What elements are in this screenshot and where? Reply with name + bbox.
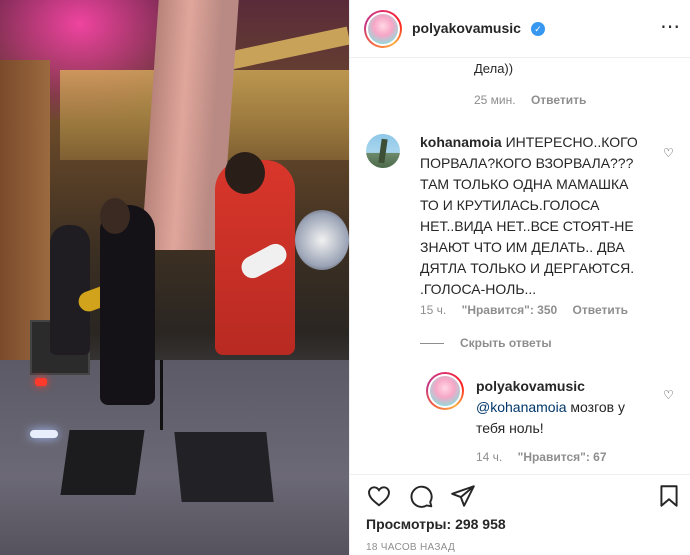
comment-fragment-meta: 25 мин. Ответить: [474, 93, 598, 107]
reply-button[interactable]: Ответить: [573, 303, 628, 317]
comment-age: 15 ч.: [420, 303, 447, 317]
monitor-speaker: [60, 430, 145, 495]
post-side-panel: polyakovamusic ✓ ⋯ Дела)) 25 мин. Ответи…: [349, 0, 690, 555]
reply-body: polyakovamusic @kohanamoia мозгов у тебя…: [476, 376, 656, 439]
reply-mention[interactable]: @kohanamoia: [476, 399, 567, 415]
comments-list[interactable]: Дела)) 25 мин. Ответить kohanamoia ИНТЕР…: [350, 58, 690, 474]
post-media[interactable]: [0, 0, 349, 555]
reply-likes[interactable]: "Нравится": 67: [518, 450, 607, 464]
avatar-image: [366, 12, 400, 46]
monitor-speaker: [174, 432, 274, 502]
reply-meta: 14 ч. "Нравится": 67: [476, 450, 619, 464]
comment-age: 25 мин.: [474, 93, 516, 107]
reply-age: 14 ч.: [476, 450, 503, 464]
comment-meta: 15 ч. "Нравится": 350 Ответить: [420, 303, 640, 317]
singer-head: [100, 198, 130, 234]
views-label: Просмотры:: [366, 516, 452, 532]
header-username[interactable]: polyakovamusic: [412, 20, 521, 36]
post-timestamp[interactable]: 18 часов назад: [366, 542, 455, 553]
singer: [100, 205, 155, 405]
guitarist-left: [50, 225, 90, 355]
action-bar: [350, 474, 690, 514]
comment-body: kohanamoia ИНТЕРЕСНО..КОГО ПОРВАЛА?КОГО …: [420, 132, 648, 300]
reply-button[interactable]: Ответить: [531, 93, 586, 107]
views-count[interactable]: Просмотры: 298 958: [366, 516, 506, 532]
avatar-image: [428, 374, 462, 408]
reply-username[interactable]: polyakovamusic: [476, 378, 585, 394]
verified-badge-icon: ✓: [531, 22, 545, 36]
comment-icon[interactable]: [408, 483, 434, 509]
heart-outline-icon[interactable]: [366, 483, 392, 509]
drum: [295, 210, 349, 270]
comment-fragment-text: Дела)): [474, 61, 514, 76]
more-options-icon[interactable]: ⋯: [660, 14, 681, 39]
floor-light: [30, 430, 58, 438]
bookmark-icon[interactable]: [656, 483, 682, 509]
profile-avatar[interactable]: [364, 10, 402, 48]
views-value: 298 958: [455, 516, 506, 532]
paper-plane-icon[interactable]: [450, 483, 476, 509]
red-light: [35, 378, 47, 386]
comment-username[interactable]: kohanamoia: [420, 134, 502, 150]
beam: [219, 26, 349, 72]
post-header: polyakovamusic ✓ ⋯: [350, 0, 690, 58]
mic-stand: [160, 360, 163, 430]
stage-floor: [0, 360, 349, 555]
commenter-avatar[interactable]: [366, 134, 400, 168]
guitarist-red-head: [225, 152, 265, 194]
reply-author-avatar[interactable]: [426, 372, 464, 410]
comment-like-icon[interactable]: ♡: [663, 146, 674, 160]
reply-like-icon[interactable]: ♡: [663, 388, 674, 402]
wood-pillar: [0, 60, 50, 360]
hide-replies-button[interactable]: Скрыть ответы: [420, 336, 552, 350]
comment-text: ИНТЕРЕСНО..КОГО ПОРВАЛА?КОГО ВЗОРВАЛА???…: [420, 134, 638, 297]
comment-likes[interactable]: "Нравится": 350: [462, 303, 558, 317]
